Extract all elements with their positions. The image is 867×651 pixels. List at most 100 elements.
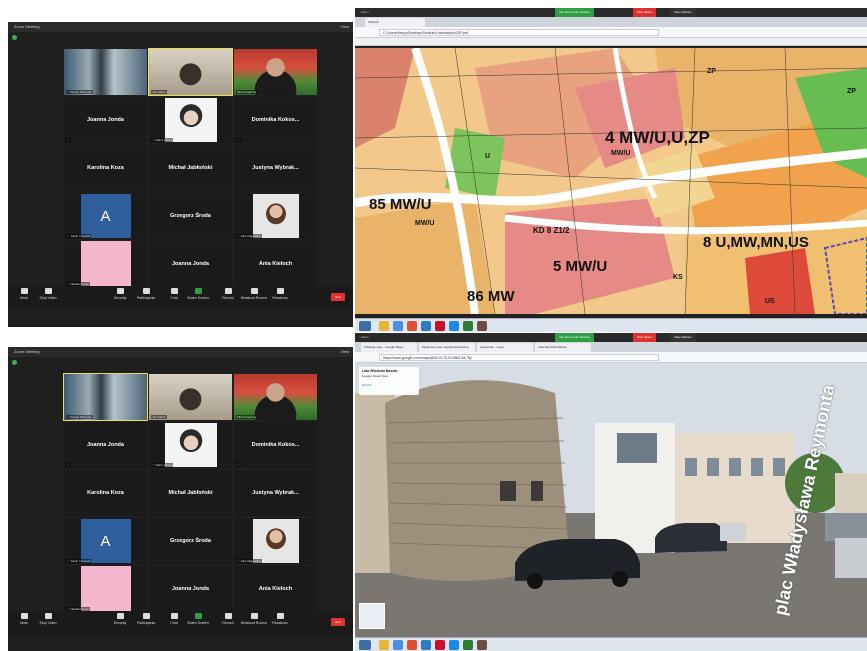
participant-tile[interactable]: Michał Jędrzej bbox=[234, 374, 317, 420]
reactions-button[interactable]: Reactions bbox=[266, 288, 294, 300]
end-meeting-button[interactable]: End bbox=[331, 618, 345, 626]
mute-icon bbox=[20, 613, 28, 619]
tab-pdf[interactable]: ZSP.pdf bbox=[365, 18, 425, 27]
participant-tile[interactable]: ✕ Natalia Kopeć bbox=[64, 241, 147, 287]
stop-share-button[interactable]: Stop Share bbox=[633, 333, 657, 342]
chat-icon bbox=[170, 613, 178, 619]
zoom-icon[interactable] bbox=[449, 640, 459, 650]
participant-tile[interactable]: ✕ Maria Wrona bbox=[149, 422, 232, 468]
participant-tile[interactable]: Jan Kabat bbox=[148, 48, 233, 96]
participant-tile[interactable]: Joanna Jonda bbox=[149, 566, 232, 612]
browser-tab[interactable]: Kolekcja map – Google Maps bbox=[361, 343, 417, 352]
participant-tile[interactable]: ✕ Julia Majewska bbox=[234, 193, 317, 239]
participant-label: ✕ Maria Wrona bbox=[151, 138, 174, 142]
participant-tile[interactable]: Grzegorz Środa bbox=[149, 518, 232, 564]
browser-tab[interactable]: Geoportal – mapa bbox=[477, 343, 533, 352]
excel-icon[interactable] bbox=[463, 321, 473, 331]
url-input[interactable]: https://www.google.com/maps/@50.0175,20.… bbox=[379, 354, 659, 361]
participant-tile[interactable]: Joanna Jonda bbox=[149, 241, 232, 287]
zoom-icon[interactable] bbox=[449, 321, 459, 331]
participant-tile[interactable]: Ania Kiełoch bbox=[234, 566, 317, 612]
participant-tile[interactable]: Michał Jabłoński bbox=[149, 470, 232, 516]
street-view: Lata Wieżowa Baszta Google Street View P… bbox=[355, 363, 867, 637]
url-input[interactable]: C:/Users/Msuyk/Desktop/Studium/Urbanisty… bbox=[379, 29, 659, 36]
participant-tile[interactable]: Grzegorz Środa bbox=[149, 193, 232, 239]
participants-button[interactable]: Participants bbox=[132, 613, 160, 625]
participant-tile[interactable]: Dominika Kokos... ✕ bbox=[234, 97, 317, 143]
record-button[interactable]: Record bbox=[214, 288, 242, 300]
browser-icon[interactable] bbox=[393, 640, 403, 650]
participant-tile[interactable]: ✕ Julia Majewska bbox=[234, 518, 317, 564]
app-icon[interactable] bbox=[407, 321, 417, 331]
participant-label: Michał Jędrzej bbox=[236, 90, 258, 94]
zoom-titlebar: Zoom Meeting View bbox=[8, 347, 353, 357]
folder-icon[interactable] bbox=[379, 321, 389, 331]
participant-tile[interactable]: Ania Kiełoch bbox=[234, 241, 317, 287]
security-button[interactable]: Security bbox=[106, 613, 134, 625]
pdf-icon[interactable] bbox=[435, 321, 445, 331]
app2-icon[interactable] bbox=[477, 321, 487, 331]
folder-icon[interactable] bbox=[379, 640, 389, 650]
participant-tile[interactable]: A ✕ Julian Trzeciak bbox=[64, 193, 147, 239]
view-options-button[interactable]: View Options bbox=[670, 333, 696, 342]
participant-tile[interactable]: Justyna Wybrak... bbox=[234, 470, 317, 516]
breakout-rooms-icon bbox=[250, 613, 258, 619]
participant-tile[interactable]: Jan Kabat bbox=[149, 374, 232, 420]
participant-tile[interactable]: Joanna Jonda ✕ bbox=[64, 422, 147, 468]
address-bar: https://www.google.com/maps/@50.0175,20.… bbox=[355, 352, 867, 363]
word-icon[interactable] bbox=[421, 640, 431, 650]
breakout-rooms-button[interactable]: Breakout Rooms bbox=[240, 613, 268, 625]
start-icon[interactable] bbox=[359, 321, 371, 331]
participant-tile[interactable]: ✕ Patryk Wicentek bbox=[63, 373, 148, 421]
browser-tab[interactable]: Lata Wieżowa Baszta bbox=[535, 343, 591, 352]
stop-video-button[interactable]: Stop Video bbox=[34, 613, 62, 625]
view-button[interactable]: View bbox=[340, 347, 349, 357]
participant-label: Jan Kabat bbox=[151, 415, 167, 419]
back-link[interactable]: Powrót bbox=[362, 383, 416, 387]
muted-mic-icon: ✕ bbox=[237, 234, 240, 238]
stop-share-button[interactable]: Stop Share bbox=[633, 8, 657, 17]
reactions-icon bbox=[276, 288, 284, 294]
browser-tab[interactable]: Miejscowy plan zagospodarowania bbox=[419, 343, 475, 352]
zoom-window-top: Zoom Meeting View ✕ Patryk Wicentek Jan K… bbox=[8, 22, 353, 327]
security-button[interactable]: Security bbox=[106, 288, 134, 300]
share-screen-button[interactable]: Share Screen bbox=[184, 288, 212, 300]
participant-tile[interactable]: ✕ Patryk Wicentek bbox=[64, 49, 147, 95]
participant-tile[interactable]: Joanna Jonda ✕ bbox=[64, 97, 147, 143]
map-zone-label: MW/U bbox=[611, 150, 631, 157]
avatar-letter: A bbox=[80, 519, 131, 563]
participant-tile[interactable]: ✕ Maria Wrona bbox=[149, 97, 232, 143]
pdf-icon[interactable] bbox=[435, 640, 445, 650]
record-button[interactable]: Record bbox=[214, 613, 242, 625]
excel-icon[interactable] bbox=[463, 640, 473, 650]
participant-tile[interactable]: Justyna Wybrak... bbox=[234, 145, 317, 191]
word-icon[interactable] bbox=[421, 321, 431, 331]
map-zone-label: 86 MW bbox=[467, 288, 515, 305]
share-screen-icon bbox=[194, 613, 202, 619]
participant-tile[interactable]: ✕ Natalia Kopeć bbox=[64, 566, 147, 612]
stop-video-button[interactable]: Stop Video bbox=[34, 288, 62, 300]
start-icon[interactable] bbox=[359, 640, 371, 650]
participant-tile[interactable]: A ✕ Julian Trzeciak bbox=[64, 518, 147, 564]
minimap-thumbnail[interactable] bbox=[359, 603, 385, 629]
participant-tile[interactable]: Michał Jędrzej bbox=[234, 49, 317, 95]
participants-button[interactable]: Participants bbox=[132, 288, 160, 300]
map-zone-label: U bbox=[485, 153, 491, 160]
map-zone-label: US bbox=[765, 298, 775, 305]
participant-tile[interactable]: Karolina Koza bbox=[64, 145, 147, 191]
reactions-button[interactable]: Reactions bbox=[266, 613, 294, 625]
view-button[interactable]: View bbox=[340, 22, 349, 32]
participant-tile[interactable]: Karolina Koza bbox=[64, 470, 147, 516]
browser-icon[interactable] bbox=[393, 321, 403, 331]
participant-name: Joanna Jonda bbox=[172, 261, 209, 267]
breakout-rooms-button[interactable]: Breakout Rooms bbox=[240, 288, 268, 300]
place-card[interactable]: Lata Wieżowa Baszta Google Street View P… bbox=[359, 367, 419, 395]
view-options-button[interactable]: View Options bbox=[670, 8, 696, 17]
participant-tile[interactable]: Dominika Kokos... ✕ bbox=[234, 422, 317, 468]
app-icon[interactable] bbox=[407, 640, 417, 650]
app2-icon[interactable] bbox=[477, 640, 487, 650]
place-title: Lata Wieżowa Baszta bbox=[362, 369, 398, 373]
participant-tile[interactable]: Michał Jabłoński bbox=[149, 145, 232, 191]
end-meeting-button[interactable]: End bbox=[331, 293, 345, 301]
share-screen-button[interactable]: Share Screen bbox=[184, 613, 212, 625]
